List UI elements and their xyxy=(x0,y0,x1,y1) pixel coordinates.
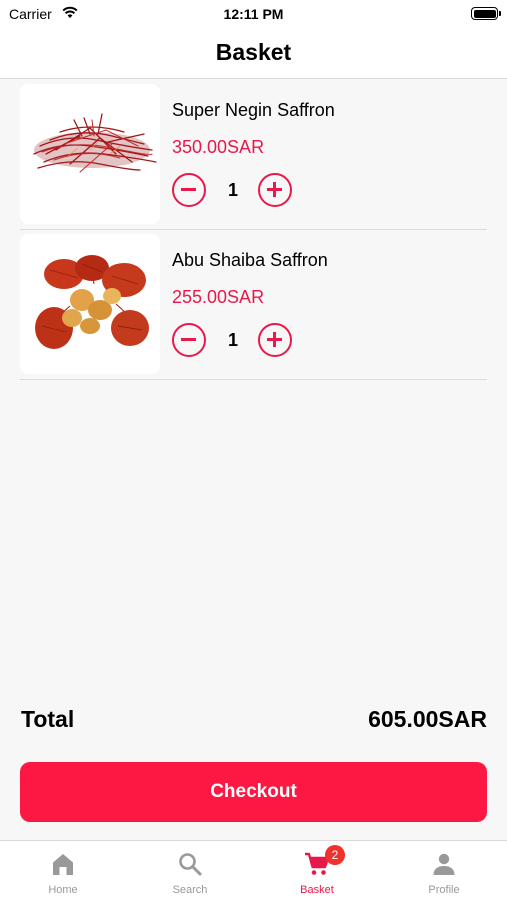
battery-tip xyxy=(499,11,501,16)
quantity-value: 1 xyxy=(227,330,238,350)
tab-home[interactable]: Home xyxy=(0,841,126,900)
search-icon xyxy=(179,853,202,876)
tab-search-label: Search xyxy=(172,884,208,896)
decrease-quantity-button[interactable] xyxy=(172,323,206,357)
tab-basket-label: Basket xyxy=(300,884,334,896)
increase-quantity-button[interactable] xyxy=(258,173,292,207)
total-label: Total xyxy=(21,706,75,732)
tab-basket[interactable]: 2 Basket xyxy=(254,841,380,900)
quantity-value: 1 xyxy=(227,180,238,200)
battery-icon xyxy=(471,7,498,20)
item-price: 255.00SAR xyxy=(172,287,265,307)
basket-item[interactable]: Abu Shaiba Saffron 255.00SAR 1 xyxy=(20,230,487,380)
checkout-button[interactable]: Checkout xyxy=(20,762,487,822)
decrease-quantity-button[interactable] xyxy=(172,173,206,207)
checkout-label: Checkout xyxy=(210,781,297,802)
cart-count-badge: 2 xyxy=(325,845,345,865)
saffron-flowers-image xyxy=(20,234,160,374)
minus-icon xyxy=(181,188,196,191)
clock: 12:11 PM xyxy=(223,6,284,22)
item-name: Abu Shaiba Saffron xyxy=(172,250,328,270)
page-title: Basket xyxy=(215,39,292,65)
saffron-threads-image xyxy=(20,84,160,224)
tab-profile-label: Profile xyxy=(428,884,460,896)
item-price: 350.00SAR xyxy=(172,137,265,157)
nav-header: Basket xyxy=(0,28,507,79)
increase-quantity-button[interactable] xyxy=(258,323,292,357)
item-name: Super Negin Saffron xyxy=(172,100,335,120)
tab-home-label: Home xyxy=(48,884,78,896)
basket-item[interactable]: Super Negin Saffron 350.00SAR 1 xyxy=(20,80,487,230)
tab-search[interactable]: Search xyxy=(127,841,253,900)
status-bar: Carrier 12:11 PM xyxy=(0,0,507,28)
person-icon xyxy=(433,853,455,875)
basket-list: Super Negin Saffron 350.00SAR 1 Abu Shai… xyxy=(20,80,487,380)
total-value: 605.00SAR xyxy=(368,706,487,732)
tab-profile[interactable]: Profile xyxy=(381,841,507,900)
home-icon xyxy=(53,854,73,875)
tab-bar: Home Search 2 Basket Profile xyxy=(0,840,507,900)
minus-icon xyxy=(181,338,196,341)
